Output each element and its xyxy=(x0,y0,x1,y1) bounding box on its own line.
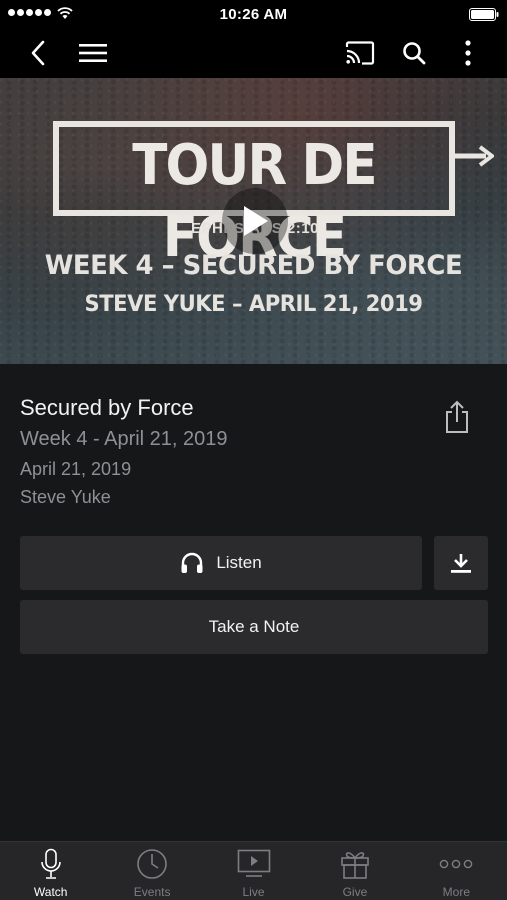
media-subtitle: Week 4 - April 21, 2019 xyxy=(20,428,228,450)
download-icon xyxy=(451,554,471,573)
search-icon xyxy=(403,42,426,65)
back-icon xyxy=(31,40,45,66)
back-button[interactable] xyxy=(16,28,60,78)
artwork-speaker-date: STEVE YUKE – APRIL 21, 2019 xyxy=(84,292,423,317)
download-button[interactable] xyxy=(434,536,488,590)
cast-button[interactable] xyxy=(338,28,382,78)
tab-label-more: More xyxy=(442,885,470,899)
tab-watch[interactable]: Watch xyxy=(0,842,101,900)
play-icon xyxy=(244,206,268,236)
listen-button[interactable]: Listen xyxy=(20,536,422,590)
menu-icon xyxy=(79,44,107,62)
battery-icon xyxy=(469,8,499,21)
microphone-icon xyxy=(40,848,61,879)
tab-more[interactable]: More xyxy=(406,842,507,900)
tab-events[interactable]: Events xyxy=(101,842,202,900)
take-note-label: Take a Note xyxy=(208,617,300,636)
menu-button[interactable] xyxy=(71,28,115,78)
more-options-button[interactable] xyxy=(446,28,490,78)
play-button[interactable] xyxy=(222,188,288,254)
tab-label-live: Live xyxy=(242,885,265,899)
arrow-icon xyxy=(454,145,494,167)
media-info: Secured by Force Week 4 - April 21, 2019… xyxy=(20,394,420,511)
tab-live[interactable]: Live xyxy=(203,842,304,900)
media-title: Secured by Force xyxy=(20,395,194,420)
gift-icon xyxy=(341,852,369,879)
share-icon xyxy=(446,400,468,433)
tab-bar: Watch Events Live Give More xyxy=(0,841,507,900)
artwork-week-title: WEEK 4 – SECURED BY FORCE xyxy=(44,250,463,281)
tv-play-icon xyxy=(237,849,270,877)
dots-icon xyxy=(440,859,473,869)
headphones-icon xyxy=(181,552,203,573)
status-time: 10:26 AM xyxy=(219,6,288,23)
search-button[interactable] xyxy=(392,28,436,78)
cast-icon xyxy=(345,41,375,65)
sermon-artwork[interactable]: TOUR DE FORCE EPHESIANS 2:10 WEEK 4 – SE… xyxy=(0,78,507,364)
take-note-button[interactable]: Take a Note xyxy=(20,600,488,654)
tab-give[interactable]: Give xyxy=(304,842,405,900)
status-bar: 10:26 AM xyxy=(0,0,507,28)
more-vertical-icon xyxy=(465,40,471,66)
media-date: April 21, 2019 xyxy=(20,459,132,479)
media-speaker: Steve Yuke xyxy=(20,487,111,507)
tab-label-watch: Watch xyxy=(33,885,68,899)
tab-label-events: Events xyxy=(133,885,171,899)
clock-icon xyxy=(137,849,167,879)
tab-label-give: Give xyxy=(342,885,368,899)
top-nav-bar xyxy=(0,28,507,78)
listen-label: Listen xyxy=(216,553,262,572)
share-button[interactable] xyxy=(437,396,477,438)
